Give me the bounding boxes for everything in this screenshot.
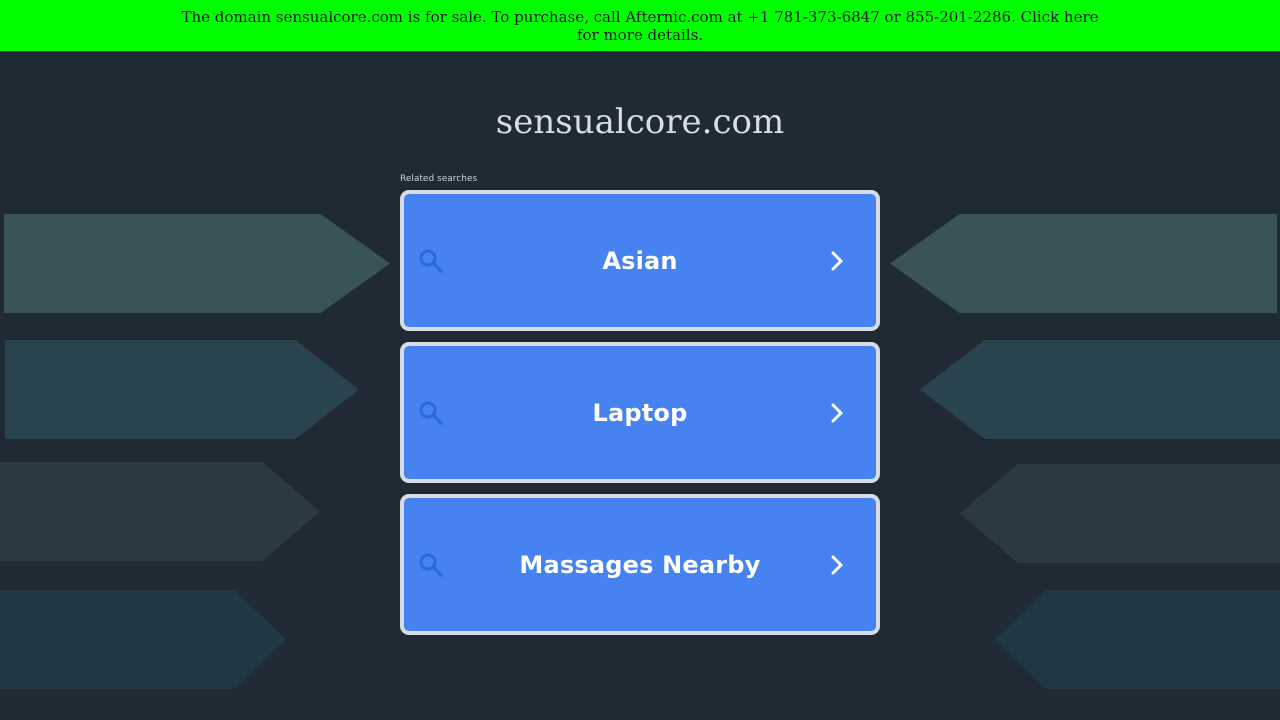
decorative-arrow-right-3 bbox=[960, 464, 1280, 563]
related-search-label: Laptop bbox=[592, 398, 688, 427]
related-searches-label: Related searches bbox=[400, 174, 478, 184]
decorative-arrow-right-2 bbox=[920, 340, 1280, 439]
decorative-arrow-right-1 bbox=[890, 214, 1277, 313]
sale-banner: The domain sensualcore.com is for sale. … bbox=[0, 0, 1280, 51]
page: The domain sensualcore.com is for sale. … bbox=[0, 0, 1280, 720]
decorative-arrow-left-1 bbox=[4, 214, 390, 313]
related-search-label: Asian bbox=[602, 246, 678, 275]
decorative-arrow-right-4 bbox=[995, 590, 1280, 689]
more-details-link[interactable]: for more details. bbox=[577, 26, 703, 44]
chevron-right-icon bbox=[831, 251, 843, 270]
related-search-asian[interactable]: Asian bbox=[400, 190, 880, 331]
related-search-label: Massages Nearby bbox=[519, 550, 761, 579]
decorative-arrow-left-3 bbox=[0, 462, 320, 561]
related-search-laptop[interactable]: Laptop bbox=[400, 342, 880, 483]
chevron-right-icon bbox=[831, 403, 843, 422]
chevron-right-icon bbox=[831, 555, 843, 574]
related-search-massages-nearby[interactable]: Massages Nearby bbox=[400, 494, 880, 635]
sale-banner-text: The domain sensualcore.com is for sale. … bbox=[181, 8, 1099, 26]
domain-title: sensualcore.com bbox=[495, 102, 785, 142]
decorative-arrow-left-4 bbox=[0, 590, 286, 689]
decorative-arrow-left-2 bbox=[5, 340, 359, 439]
